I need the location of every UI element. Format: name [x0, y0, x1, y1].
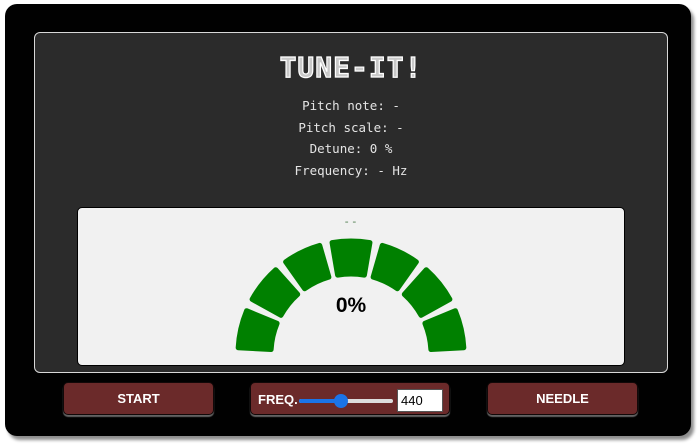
meter-segment — [370, 242, 419, 292]
app-title: TUNE-IT! — [280, 51, 423, 84]
needle-button[interactable]: NEEDLE — [487, 382, 638, 415]
frequency-input[interactable] — [397, 389, 443, 412]
start-button-label: START — [117, 391, 160, 406]
meter-gauge — [235, 238, 467, 353]
frequency-control: FREQ. — [250, 382, 450, 415]
tuner-panel: TUNE-IT! Pitch note: - Pitch scale: - De… — [34, 32, 668, 373]
meter-percent: 0% — [335, 294, 367, 317]
slider-thumb[interactable] — [334, 394, 349, 408]
app-frame: TUNE-IT! Pitch note: - Pitch scale: - De… — [5, 4, 691, 436]
frequency-text: Frequency: - Hz — [294, 162, 408, 178]
frequency-slider[interactable] — [299, 391, 393, 409]
detune-text: Detune: 0 % — [309, 141, 393, 157]
pitch-info: Pitch note: - Pitch scale: - Detune: 0 %… — [35, 95, 667, 181]
pitch-scale-text: Pitch scale: - — [298, 119, 404, 135]
pitch-note-text: Pitch note: - — [302, 98, 400, 113]
freq-label: FREQ. — [258, 392, 298, 407]
app-logo: TUNE-IT! — [35, 45, 667, 89]
start-button[interactable]: START — [63, 382, 214, 415]
meter-segment — [283, 242, 332, 292]
needle-button-label: NEEDLE — [536, 391, 589, 406]
tuning-meter: -- 0% — [77, 207, 625, 366]
meter-segment — [329, 238, 373, 278]
